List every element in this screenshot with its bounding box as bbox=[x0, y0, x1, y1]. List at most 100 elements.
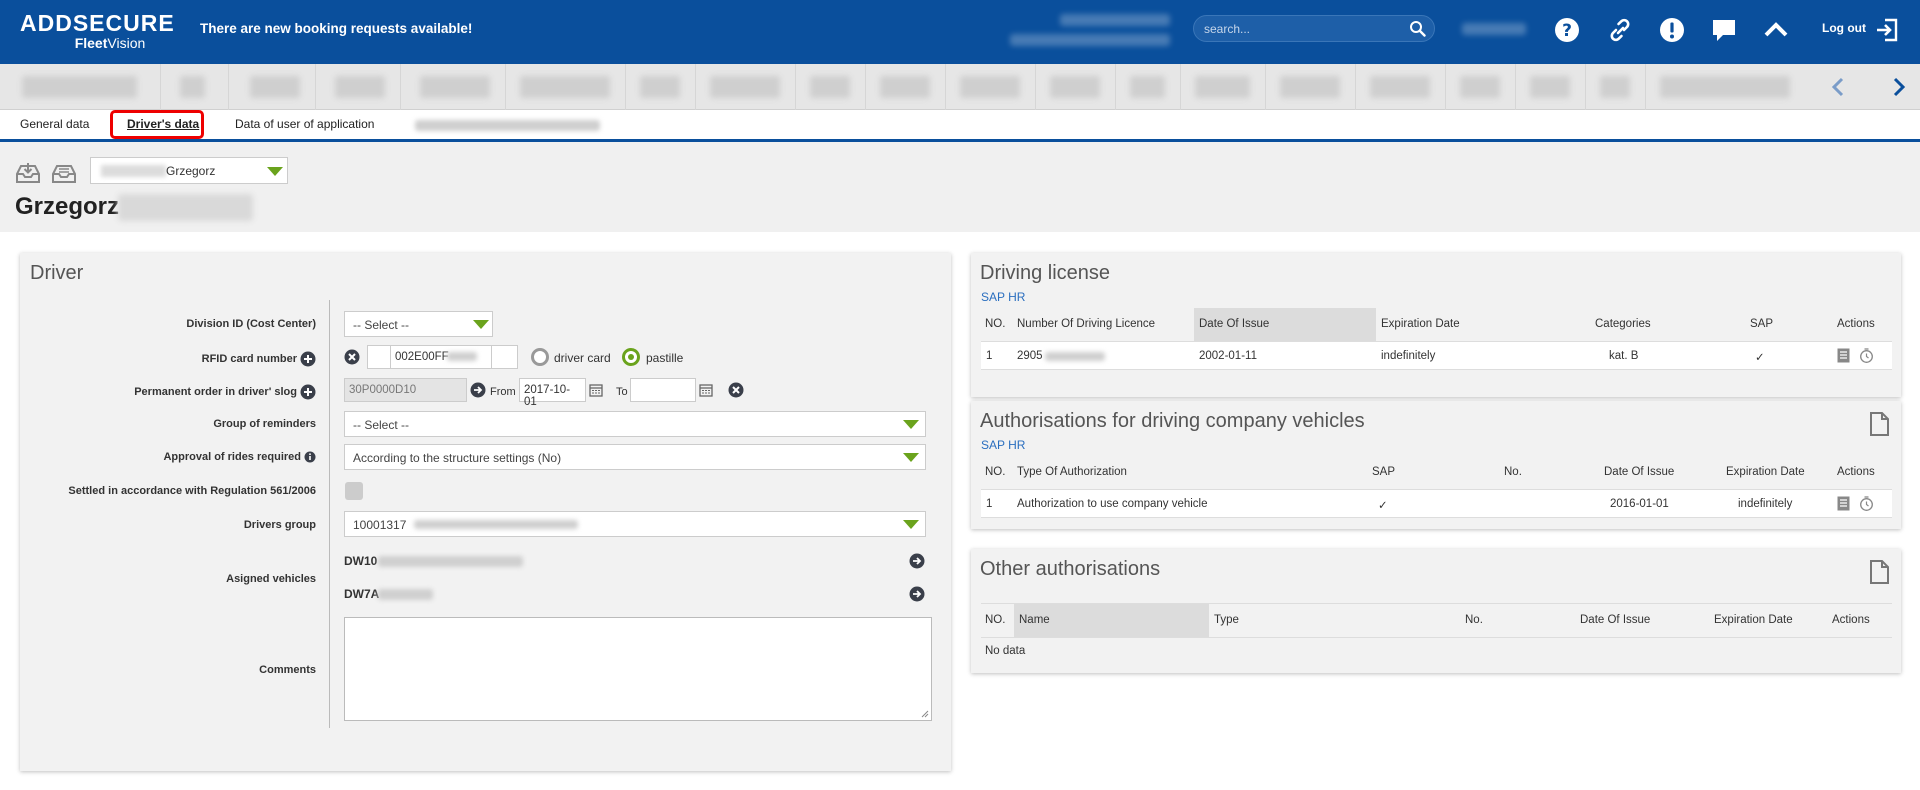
header-divider bbox=[981, 603, 1892, 604]
logout-icon[interactable] bbox=[1874, 17, 1900, 43]
cell-expiration-date: indefinitely bbox=[1738, 498, 1793, 510]
arrow-right-icon[interactable] bbox=[470, 382, 486, 398]
col-type-of-authorization[interactable]: Type Of Authorization bbox=[1017, 466, 1127, 478]
settled-checkbox[interactable] bbox=[345, 482, 363, 500]
col-sap[interactable]: SAP bbox=[1750, 318, 1773, 330]
search-box[interactable] bbox=[1193, 15, 1435, 42]
sap-hr-link[interactable]: SAP HR bbox=[981, 438, 1025, 452]
search-icon[interactable] bbox=[1409, 20, 1426, 37]
search-input[interactable] bbox=[1204, 20, 1404, 38]
chevron-down-icon bbox=[903, 520, 919, 529]
rfid-suffix-field[interactable] bbox=[491, 345, 518, 369]
rfid-prefix-field[interactable] bbox=[367, 345, 392, 369]
clear-rfid-icon[interactable] bbox=[344, 349, 360, 365]
alert-icon[interactable] bbox=[1658, 16, 1686, 44]
add-rfid-icon[interactable] bbox=[300, 351, 316, 367]
add-order-icon[interactable] bbox=[300, 384, 316, 400]
calendar-icon[interactable] bbox=[699, 383, 713, 397]
cell-date-of-issue: 2002-01-11 bbox=[1199, 350, 1257, 362]
reminders-select[interactable]: -- Select -- bbox=[344, 411, 926, 437]
redacted-tab[interactable] bbox=[415, 120, 600, 131]
cell-no: 1 bbox=[986, 498, 993, 510]
col-expiration-date[interactable]: Expiration Date bbox=[1381, 318, 1460, 330]
col-date-of-issue[interactable]: Date Of Issue bbox=[1199, 318, 1269, 330]
driver-card-label[interactable]: driver card bbox=[554, 351, 611, 365]
form-divider bbox=[329, 300, 330, 728]
col-date-of-issue[interactable]: Date Of Issue bbox=[1580, 614, 1650, 626]
redacted-rfid bbox=[447, 352, 477, 361]
permanent-order-label: Permanent order in driver' slog bbox=[16, 384, 316, 400]
brand-fleet: Fleet bbox=[74, 35, 108, 51]
addsecure-logo[interactable]: ADDSECURE FleetVision bbox=[20, 10, 175, 52]
radio-driver-card[interactable] bbox=[531, 348, 549, 366]
reminders-value: -- Select -- bbox=[353, 418, 410, 432]
approval-label: Approval of rides required bbox=[16, 451, 316, 463]
from-date-field[interactable]: 2017-10-01 bbox=[519, 378, 586, 408]
booking-notice[interactable]: There are new booking requests available… bbox=[200, 21, 472, 36]
col-licence-number[interactable]: Number Of Driving Licence bbox=[1017, 318, 1155, 330]
to-date-field[interactable] bbox=[630, 378, 696, 402]
col-no[interactable]: NO. bbox=[985, 614, 1005, 626]
col-date-of-issue[interactable]: Date Of Issue bbox=[1604, 466, 1674, 478]
help-icon[interactable]: ? bbox=[1553, 16, 1581, 44]
radio-pastille[interactable] bbox=[622, 348, 640, 366]
chat-icon[interactable] bbox=[1710, 16, 1738, 44]
rfid-label: RFID card number bbox=[16, 351, 316, 367]
col-sap[interactable]: SAP bbox=[1372, 466, 1395, 478]
vehicle-2[interactable]: DW7A bbox=[344, 587, 379, 601]
col-no[interactable]: NO. bbox=[985, 318, 1005, 330]
inbox-out-icon[interactable] bbox=[51, 162, 77, 184]
cell-type: Authorization to use company vehicle bbox=[1017, 498, 1208, 510]
col-name[interactable]: Name bbox=[1019, 614, 1050, 626]
permanent-order-label-text: Permanent order in driver' slog bbox=[134, 385, 297, 398]
arrow-right-icon[interactable] bbox=[909, 553, 925, 569]
settled-label: Settled in accordance with Regulation 56… bbox=[68, 485, 316, 497]
col-number[interactable]: No. bbox=[1465, 614, 1483, 626]
approval-select[interactable]: According to the structure settings (No) bbox=[344, 444, 926, 470]
comments-textarea[interactable] bbox=[344, 617, 932, 721]
driver-select[interactable]: Grzegorz bbox=[90, 157, 288, 184]
redacted-user bbox=[1462, 23, 1526, 35]
logout-link[interactable]: Log out bbox=[1822, 21, 1866, 35]
chevron-down-icon bbox=[903, 453, 919, 462]
division-select[interactable]: -- Select -- bbox=[344, 311, 493, 337]
history-clock-icon[interactable] bbox=[1859, 348, 1874, 363]
scroll-left-icon[interactable] bbox=[1829, 77, 1847, 97]
col-categories[interactable]: Categories bbox=[1595, 318, 1651, 330]
scroll-right-icon[interactable] bbox=[1890, 77, 1908, 97]
tab-general-data[interactable]: General data bbox=[20, 117, 89, 131]
cell-sap-check: ✓ bbox=[1378, 500, 1388, 512]
division-label: Division ID (Cost Center) bbox=[186, 318, 316, 330]
document-icon[interactable] bbox=[1869, 412, 1889, 436]
col-actions: Actions bbox=[1837, 466, 1875, 478]
inbox-in-icon[interactable] bbox=[15, 162, 41, 184]
col-expiration-date[interactable]: Expiration Date bbox=[1726, 466, 1805, 478]
document-edit-icon[interactable] bbox=[1837, 348, 1850, 363]
division-value: -- Select -- bbox=[353, 318, 410, 332]
calendar-icon[interactable] bbox=[589, 383, 603, 397]
col-type[interactable]: Type bbox=[1214, 614, 1239, 626]
brand-top: ADDSECURE bbox=[20, 10, 175, 36]
history-clock-icon[interactable] bbox=[1859, 496, 1874, 511]
approval-label-text: Approval of rides required bbox=[163, 451, 301, 463]
resize-handle-icon[interactable] bbox=[921, 710, 929, 718]
arrow-right-icon[interactable] bbox=[909, 586, 925, 602]
drivers-group-label: Drivers group bbox=[243, 519, 316, 531]
sap-hr-link[interactable]: SAP HR bbox=[981, 290, 1025, 304]
pastille-label[interactable]: pastille bbox=[646, 351, 683, 365]
document-icon[interactable] bbox=[1869, 560, 1889, 584]
header-divider bbox=[981, 637, 1892, 638]
redacted-licence bbox=[1045, 352, 1105, 361]
cell-date-of-issue: 2016-01-01 bbox=[1610, 498, 1669, 510]
link-icon[interactable] bbox=[1606, 16, 1634, 44]
document-edit-icon[interactable] bbox=[1837, 496, 1850, 511]
col-number[interactable]: No. bbox=[1504, 466, 1522, 478]
clear-order-icon[interactable] bbox=[728, 382, 744, 398]
collapse-up-icon[interactable] bbox=[1762, 16, 1790, 44]
col-expiration-date[interactable]: Expiration Date bbox=[1714, 614, 1793, 626]
vehicle-1[interactable]: DW10 bbox=[344, 554, 377, 568]
info-icon[interactable] bbox=[304, 451, 316, 463]
tab-user-of-application[interactable]: Data of user of application bbox=[235, 117, 374, 131]
svg-text:?: ? bbox=[1562, 21, 1572, 41]
col-no[interactable]: NO. bbox=[985, 466, 1005, 478]
